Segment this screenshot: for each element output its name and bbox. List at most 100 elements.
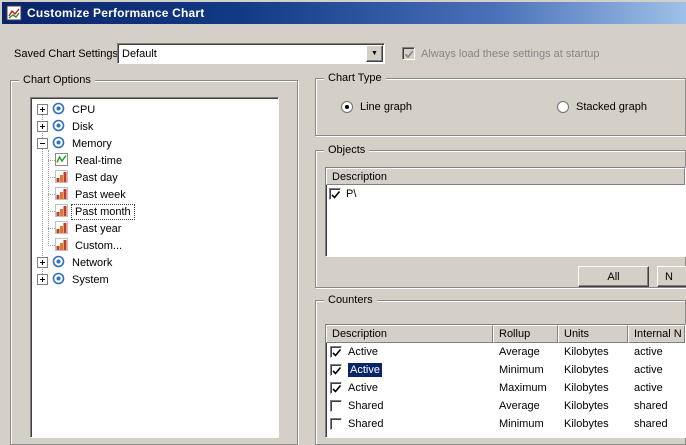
tree-item-network[interactable]: Network <box>31 254 278 271</box>
counters-table[interactable]: Description Rollup Units Internal N Acti… <box>325 324 686 438</box>
counter-rollup: Maximum <box>493 382 558 394</box>
counter-description: Shared <box>348 400 383 412</box>
counter-row-shared-average[interactable]: Shared Average Kilobytes shared <box>326 397 685 415</box>
tree-item-label: Past year <box>72 222 124 236</box>
tree-item-disk[interactable]: Disk <box>31 118 278 135</box>
counters-column-header-internal-name[interactable]: Internal N <box>628 325 685 343</box>
counter-rollup: Minimum <box>493 418 558 430</box>
counter-rollup: Average <box>493 346 558 358</box>
collapse-minus-icon[interactable] <box>37 138 48 149</box>
counter-checkbox[interactable] <box>330 346 342 358</box>
check-icon <box>330 189 342 201</box>
column-header-label: Description <box>332 171 387 183</box>
stacked-graph-label: Stacked graph <box>576 101 647 113</box>
chevron-down-icon[interactable]: ▼ <box>366 45 383 62</box>
object-checkbox[interactable] <box>329 188 341 200</box>
tree-item-memory[interactable]: Memory <box>31 135 278 152</box>
line-graph-radio[interactable] <box>341 101 353 113</box>
expand-plus-icon[interactable] <box>37 257 48 268</box>
tree-item-label: Disk <box>69 120 96 134</box>
chart-options-tree[interactable]: CPU Disk Memory Real-time Past day <box>30 97 279 438</box>
chart-options-group-title: Chart Options <box>19 74 95 87</box>
counter-internal-name: active <box>628 382 685 394</box>
counter-units: Kilobytes <box>558 364 628 376</box>
startup-checkbox-row: Always load these settings at startup <box>402 47 600 60</box>
counters-column-header-units[interactable]: Units <box>558 325 628 343</box>
tree-item-past-day[interactable]: Past day <box>31 169 278 186</box>
counter-checkbox[interactable] <box>330 382 342 394</box>
counters-column-header-rollup[interactable]: Rollup <box>493 325 558 343</box>
all-button-label: All <box>607 271 619 283</box>
none-button-label: N <box>665 271 673 283</box>
counters-table-header: Description Rollup Units Internal N <box>326 325 685 343</box>
stacked-graph-option[interactable]: Stacked graph <box>557 101 647 113</box>
bar-chart-icon <box>55 238 68 254</box>
tree-item-past-month[interactable]: Past month <box>31 203 278 220</box>
counter-row-active-average[interactable]: Active Average Kilobytes active <box>326 343 685 361</box>
object-label: P\ <box>346 188 356 200</box>
stacked-graph-radio[interactable] <box>557 101 569 113</box>
bar-chart-icon <box>55 187 68 203</box>
counter-group-icon <box>52 136 65 152</box>
counter-group-icon <box>52 255 65 271</box>
objects-column-header-description[interactable]: Description <box>326 168 685 185</box>
counters-group-title: Counters <box>324 294 377 307</box>
tree-item-past-year[interactable]: Past year <box>31 220 278 237</box>
check-icon <box>331 365 343 377</box>
window-title: Customize Performance Chart <box>27 6 204 20</box>
counter-internal-name: active <box>628 346 685 358</box>
check-icon <box>331 383 343 394</box>
column-header-label: Internal N <box>634 328 682 340</box>
line-graph-option[interactable]: Line graph <box>341 101 412 113</box>
tree-item-real-time[interactable]: Real-time <box>31 152 278 169</box>
tree-item-label: Past week <box>72 188 129 202</box>
counter-description: Active <box>348 346 378 358</box>
counter-checkbox[interactable] <box>330 364 342 376</box>
counter-row-active-minimum[interactable]: Active Minimum Kilobytes active <box>326 361 685 379</box>
bar-chart-icon <box>55 204 68 220</box>
tree-item-past-week[interactable]: Past week <box>31 186 278 203</box>
line-chart-icon <box>55 153 68 169</box>
tree-item-label: CPU <box>69 103 98 117</box>
counter-description-selected: Active <box>348 363 382 377</box>
expand-plus-icon[interactable] <box>37 274 48 285</box>
tree-item-label: Real-time <box>72 154 125 168</box>
saved-chart-settings-label: Saved Chart Settings: <box>14 48 121 60</box>
objects-list[interactable]: Description P\ <box>325 167 686 257</box>
tree-item-custom[interactable]: Custom... <box>31 237 278 254</box>
counter-checkbox[interactable] <box>330 418 342 430</box>
counter-units: Kilobytes <box>558 346 628 358</box>
tree-item-label: System <box>69 273 112 287</box>
counter-row-active-maximum[interactable]: Active Maximum Kilobytes active <box>326 379 685 397</box>
counter-description: Active <box>348 382 378 394</box>
objects-list-row[interactable]: P\ <box>326 185 685 202</box>
all-button[interactable]: All <box>578 266 649 287</box>
startup-checkbox[interactable] <box>402 47 415 60</box>
tree-connector-stub <box>48 211 55 212</box>
tree-item-system[interactable]: System <box>31 271 278 288</box>
counter-row-shared-minimum[interactable]: Shared Minimum Kilobytes shared <box>326 415 685 433</box>
counters-column-header-description[interactable]: Description <box>326 325 493 343</box>
expand-plus-icon[interactable] <box>37 104 48 115</box>
title-bar[interactable]: Customize Performance Chart <box>2 2 686 24</box>
startup-checkbox-label: Always load these settings at startup <box>421 48 600 60</box>
line-graph-label: Line graph <box>360 101 412 113</box>
saved-chart-settings-combobox[interactable]: Default ▼ <box>117 43 385 64</box>
bar-chart-icon <box>55 170 68 186</box>
counter-internal-name: active <box>628 364 685 376</box>
objects-group-title: Objects <box>324 144 369 157</box>
counter-internal-name: shared <box>628 418 685 430</box>
check-icon <box>331 347 343 358</box>
tree-connector-stub <box>48 194 55 195</box>
tree-connector-stub <box>48 177 55 178</box>
tree-item-cpu[interactable]: CPU <box>31 101 278 118</box>
counter-checkbox[interactable] <box>330 400 342 412</box>
column-header-label: Rollup <box>499 328 530 340</box>
tree-connector-stub <box>48 228 55 229</box>
counter-units: Kilobytes <box>558 400 628 412</box>
expand-plus-icon[interactable] <box>37 121 48 132</box>
none-button[interactable]: N <box>657 266 686 287</box>
counter-rollup: Minimum <box>493 364 558 376</box>
counter-units: Kilobytes <box>558 418 628 430</box>
tree-connector-stub <box>48 160 55 161</box>
